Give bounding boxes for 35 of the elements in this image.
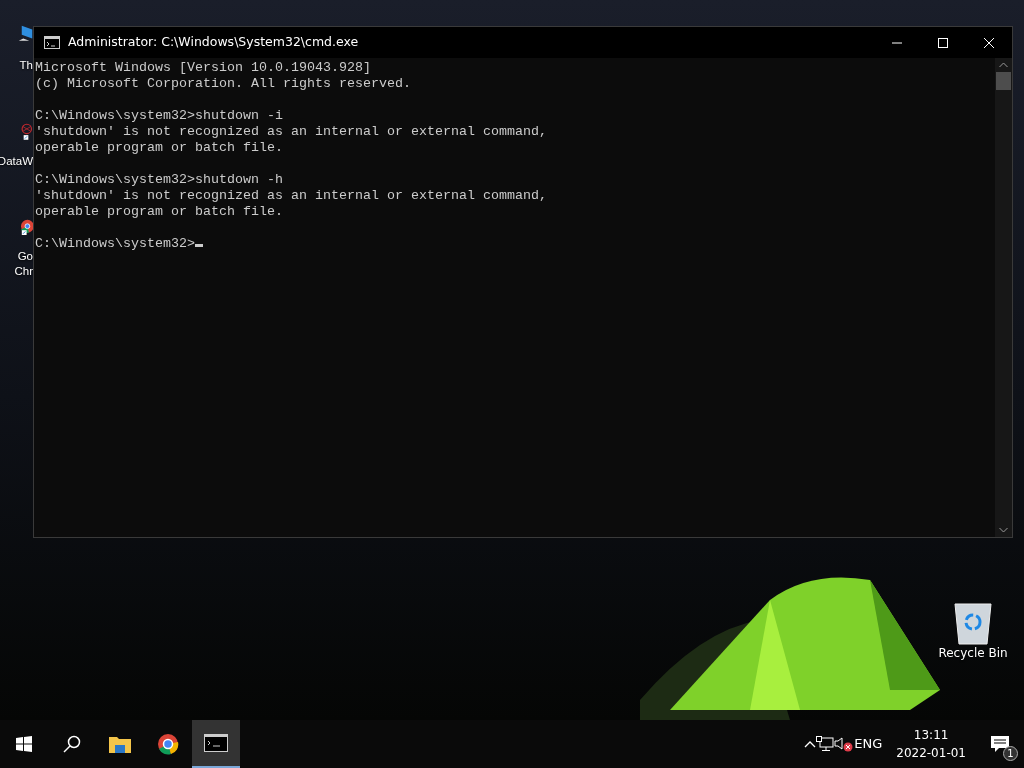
window-title: Administrator: C:\Windows\System32\cmd.exe [68,33,359,52]
scroll-up-icon[interactable] [999,62,1008,68]
icon-label: Go Chr [14,249,33,279]
console-line: operable program or batch file. [35,204,283,220]
recycle-bin-icon[interactable] [953,600,993,646]
maximize-icon [938,37,948,48]
search-icon [63,735,81,753]
close-icon [984,37,994,48]
console-line: Microsoft Windows [Version 10.0.19043.928] [35,60,371,76]
chevron-up-icon[interactable] [804,740,817,748]
message-icon [990,735,1010,753]
text-cursor [194,244,203,247]
console-line: C:\Windows\system32>shutdown -h [35,172,283,188]
console-line: (c) Microsoft Corporation. All rights reserved. [35,76,411,92]
start-icon [16,736,32,752]
console-line: 'shutdown' is not recognized as an internal or external command, [35,188,547,204]
language-indicator[interactable]: ENG [854,734,883,754]
scrollbar[interactable] [995,58,1012,537]
console-line: C:\Windows\system32> [35,236,195,252]
icon-label: Th [19,58,33,73]
console-icon [204,734,228,752]
console-line: C:\Windows\system32>shutdown -i [35,108,283,124]
browser-icon [157,733,179,755]
scroll-down-icon[interactable] [999,527,1008,533]
console-line: 'shutdown' is not recognized as an internal or external command, [35,124,547,140]
speaker-muted-icon[interactable] [834,736,855,752]
clock[interactable]: 13:11 2022-01-01 [896,726,966,762]
notification-count: 1 [1003,746,1018,761]
console-line: operable program or batch file. [35,140,283,156]
notification-button[interactable]: 1 [976,720,1024,768]
console-button[interactable] [192,720,240,768]
scroll-thumb[interactable] [996,72,1011,90]
network-icon[interactable] [816,736,835,752]
icon-label: Recycle Bin [938,646,1008,661]
console-icon [44,36,60,49]
